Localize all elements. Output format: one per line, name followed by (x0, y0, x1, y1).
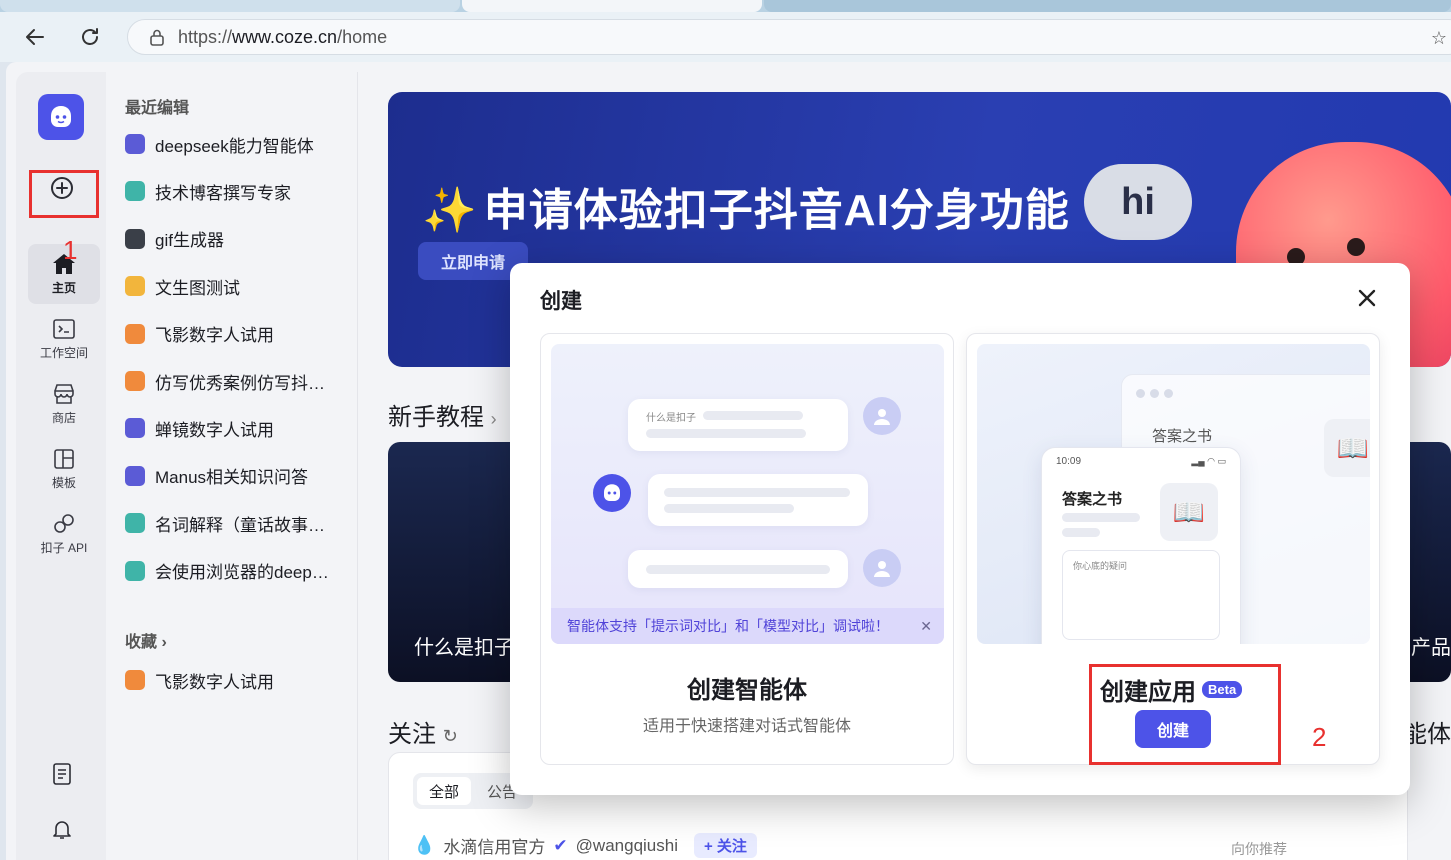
input-placeholder: 你心底的疑问 (1073, 561, 1128, 571)
phone-title: 答案之书 (1062, 491, 1123, 508)
dot (1164, 389, 1173, 398)
close-icon[interactable] (1354, 285, 1380, 311)
window-title: 答案之书 (1152, 428, 1213, 445)
preview-question: 什么是扣子 (646, 413, 696, 424)
modal-title: 创建 (540, 290, 582, 313)
agent-preview: 什么是扣子 智能体支持「提示词对比」和「模型对比」调试啦！ ✕ (551, 344, 944, 644)
phone-time: 10:09 (1056, 456, 1082, 467)
phone-mock: 10:09 ▂▄ ◠ ▭ 答案之书 📖 你心底的疑问 (1041, 447, 1241, 644)
close-icon[interactable]: ✕ (920, 618, 932, 635)
bar (646, 429, 806, 438)
bar (664, 488, 850, 497)
signal-icon: ▂▄ ◠ ▭ (1191, 456, 1226, 466)
bar (1062, 528, 1100, 537)
notice-text: 智能体支持「提示词对比」和「模型对比」调试啦！ (567, 618, 889, 634)
dot (1150, 389, 1159, 398)
create-agent-card[interactable]: 什么是扣子 智能体支持「提示词对比」和「模型对比」调试啦！ ✕ 创建智能体 适用… (540, 333, 954, 765)
bot-avatar-icon (593, 474, 631, 512)
chat-bubble: 什么是扣子 (628, 399, 848, 451)
book-icon: 📖 (1324, 419, 1370, 477)
chat-bubble (648, 474, 868, 526)
bar (664, 504, 794, 513)
annotation-label-2: 2 (1312, 722, 1327, 752)
bar (646, 565, 830, 574)
book-icon: 📖 (1160, 483, 1218, 541)
annotation-box-2 (1089, 664, 1281, 765)
dot (1136, 389, 1145, 398)
bar (1062, 513, 1140, 522)
bar (703, 411, 803, 420)
question-input: 你心底的疑问 (1062, 550, 1220, 640)
user-avatar-icon (863, 549, 901, 587)
chat-bubble (628, 550, 848, 588)
agent-desc: 适用于快速搭建对话式智能体 (642, 718, 851, 735)
app-preview: 答案之书 📖 10:09 ▂▄ ◠ ▭ 答案之书 📖 你心底的疑问 (977, 344, 1370, 644)
user-avatar-icon (863, 397, 901, 435)
agent-title: 创建智能体 (687, 677, 807, 704)
debug-notice: 智能体支持「提示词对比」和「模型对比」调试啦！ ✕ (551, 608, 944, 644)
